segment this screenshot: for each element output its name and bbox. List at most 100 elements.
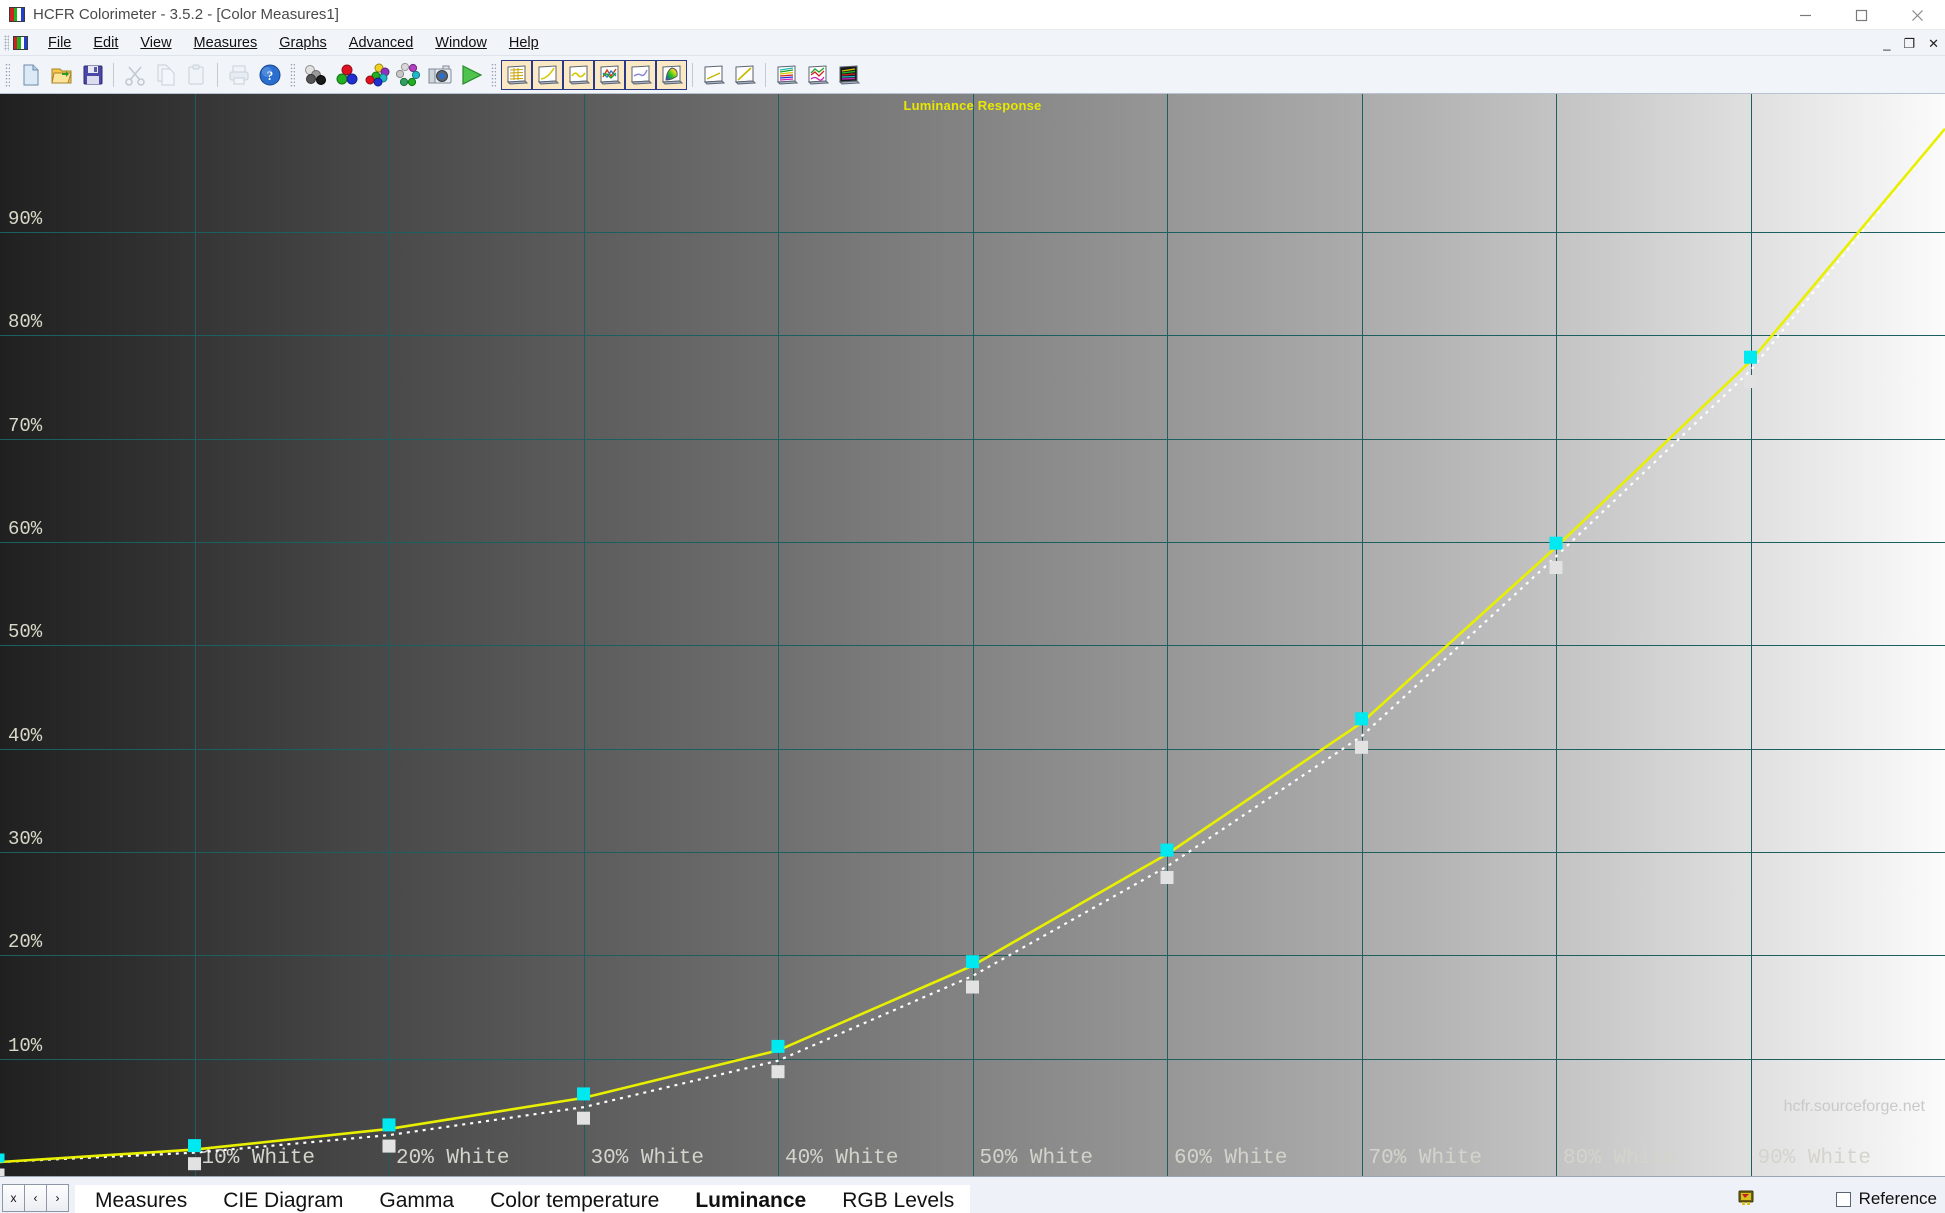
window-title-bar: HCFR Colorimeter - 3.5.2 - [Color Measur…	[0, 0, 1945, 30]
view-near-white-button[interactable]	[729, 60, 760, 90]
menu-edit[interactable]: Edit	[82, 32, 129, 54]
save-document-button[interactable]	[77, 60, 108, 90]
view-color-sat-button[interactable]	[802, 60, 833, 90]
data-point-marker	[1549, 536, 1563, 550]
data-point-marker	[577, 1111, 590, 1125]
color-ring-spheres-icon	[395, 62, 422, 87]
view-measures-grid-button[interactable]	[501, 59, 532, 90]
color-curves-window-icon	[806, 64, 830, 86]
toolbar-drag-grip-3[interactable]	[491, 62, 496, 87]
app-mini-logo-icon	[13, 35, 28, 50]
tab-gamma[interactable]: Gamma	[359, 1185, 471, 1213]
grayscale-measure-button[interactable]	[300, 60, 331, 90]
view-rgb-levels-button[interactable]	[594, 59, 625, 90]
copy-button[interactable]	[150, 60, 181, 90]
data-point-marker	[1355, 740, 1368, 754]
reference-checkbox[interactable]	[1835, 1191, 1851, 1207]
toolbar-drag-grip-2[interactable]	[290, 62, 295, 87]
window-close-button[interactable]	[1889, 0, 1945, 30]
new-document-button[interactable]	[15, 60, 46, 90]
series-line	[0, 128, 1945, 1164]
tab-luminance[interactable]: Luminance	[675, 1185, 823, 1213]
help-button[interactable]: ?	[254, 60, 285, 90]
play-triangle-icon	[458, 63, 484, 87]
tab-color-temperature-label: Color temperature	[490, 1188, 660, 1212]
tab-close-button[interactable]: x	[2, 1184, 25, 1212]
rgb-curves-window-icon	[598, 64, 622, 86]
run-measures-button[interactable]	[455, 60, 486, 90]
luminance-chart[interactable]: Luminance Response 10% 20% 30% 40% 50% 60% 70%…	[0, 94, 1945, 1176]
view-colortemp-button[interactable]	[563, 59, 594, 90]
main-toolbar: ?	[0, 56, 1945, 94]
cut-button[interactable]	[119, 60, 150, 90]
open-folder-icon	[50, 63, 74, 87]
open-document-button[interactable]	[46, 60, 77, 90]
data-point-marker	[1160, 843, 1174, 857]
series-line	[0, 127, 1945, 1164]
menu-drag-grip[interactable]	[4, 34, 9, 51]
menu-advanced-label: Advanced	[348, 34, 414, 51]
menu-help-label: Help	[508, 34, 539, 51]
menu-bar: File Edit View Measures Graphs Advanced …	[0, 30, 1945, 56]
menu-graphs[interactable]: Graphs	[268, 32, 338, 54]
menu-window[interactable]: Window	[424, 32, 498, 54]
tab-cie-diagram[interactable]: CIE Diagram	[203, 1185, 360, 1213]
tab-luminance-label: Luminance	[695, 1188, 807, 1212]
menu-file-label: File	[48, 34, 72, 51]
full-measure-button[interactable]	[393, 60, 424, 90]
gamma-curve-window-icon	[536, 64, 560, 86]
view-sat-shift-button[interactable]	[771, 60, 802, 90]
menu-file[interactable]: File	[37, 32, 82, 54]
menu-measures[interactable]: Measures	[183, 32, 269, 54]
tab-cie-diagram-label: CIE Diagram	[223, 1188, 344, 1212]
primaries-measure-button[interactable]	[331, 60, 362, 90]
near-white-window-icon	[733, 64, 757, 86]
tab-rgb-levels[interactable]: RGB Levels	[822, 1185, 971, 1213]
saturations-measure-button[interactable]	[362, 60, 393, 90]
view-near-black-button[interactable]	[698, 60, 729, 90]
data-point-marker	[771, 1039, 785, 1053]
menu-view-label: View	[140, 34, 172, 51]
menu-view[interactable]: View	[129, 32, 182, 54]
window-maximize-button[interactable]	[1833, 0, 1889, 30]
tab-color-temperature[interactable]: Color temperature	[470, 1185, 676, 1213]
tab-prev-button[interactable]: ‹	[24, 1184, 47, 1212]
tab-measures[interactable]: Measures	[75, 1185, 204, 1213]
toolbar-separator-4	[765, 62, 766, 87]
mdi-minimize-button[interactable]: _	[1883, 37, 1890, 50]
near-black-window-icon	[702, 64, 726, 86]
color-spheres-icon	[365, 63, 391, 87]
grid-window-icon	[505, 64, 529, 86]
reference-checkbox-group[interactable]: Reference	[1835, 1189, 1937, 1209]
window-title: HCFR Colorimeter - 3.5.2 - [Color Measur…	[33, 6, 339, 23]
capture-button[interactable]	[424, 60, 455, 90]
view-histogram-button[interactable]	[833, 60, 864, 90]
data-point-marker	[1744, 375, 1757, 388]
window-minimize-button[interactable]	[1777, 0, 1833, 30]
mdi-restore-button[interactable]: ❐	[1903, 37, 1915, 50]
data-point-marker	[382, 1118, 396, 1132]
view-luminance-button[interactable]	[625, 59, 656, 90]
menu-advanced[interactable]: Advanced	[338, 32, 425, 54]
mdi-close-button[interactable]: ✕	[1928, 37, 1939, 50]
luminance-window-icon	[629, 64, 653, 86]
sat-lines-window-icon	[775, 64, 799, 86]
tab-next-button[interactable]: ›	[46, 1184, 69, 1212]
sensor-status-icon	[1737, 1189, 1755, 1212]
menu-help[interactable]: Help	[498, 32, 550, 54]
view-cie-diagram-button[interactable]	[656, 59, 687, 90]
gray-spheres-icon	[303, 63, 329, 87]
menu-graphs-label: Graphs	[279, 34, 327, 51]
toolbar-drag-grip[interactable]	[5, 62, 10, 87]
data-point-marker	[0, 1168, 5, 1176]
camera-icon	[427, 63, 453, 87]
reference-checkbox-label: Reference	[1858, 1189, 1937, 1208]
view-gamma-button[interactable]	[532, 59, 563, 90]
data-point-marker	[771, 1065, 785, 1079]
tab-measures-label: Measures	[95, 1188, 188, 1212]
chart-watermark: hcfr.sourceforge.net	[1783, 1098, 1925, 1115]
print-button[interactable]	[223, 60, 254, 90]
data-point-marker	[188, 1157, 201, 1171]
data-point-marker	[382, 1139, 396, 1153]
paste-button[interactable]	[181, 60, 212, 90]
